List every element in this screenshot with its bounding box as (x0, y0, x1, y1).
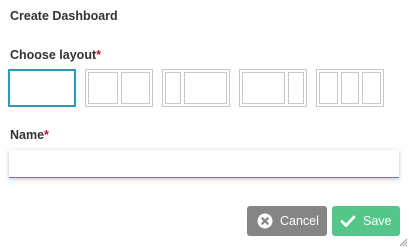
cancel-button-label: Cancel (280, 214, 319, 228)
layout-column (165, 72, 181, 104)
name-label: Name* (10, 128, 49, 142)
name-label-text: Name (10, 128, 45, 142)
layout-column (340, 72, 360, 104)
layout-option-one-column[interactable] (8, 69, 76, 107)
layout-column (319, 72, 338, 104)
name-input[interactable] (9, 150, 399, 178)
dialog-title: Create Dashboard (10, 9, 118, 23)
layout-option-narrow-wide[interactable] (162, 69, 230, 107)
choose-layout-label: Choose layout* (10, 48, 101, 62)
layout-column (242, 72, 286, 104)
cancel-button[interactable]: Cancel (247, 206, 327, 236)
layout-option-two-equal-columns[interactable] (85, 69, 153, 107)
layout-option-three-columns[interactable] (316, 69, 384, 107)
layout-column (120, 72, 150, 104)
checkmark-icon (340, 213, 356, 229)
layout-column (183, 72, 227, 104)
layout-options (8, 69, 384, 107)
save-button-label: Save (363, 214, 392, 228)
layout-column (362, 72, 382, 104)
layout-option-wide-narrow[interactable] (239, 69, 307, 107)
layout-column (88, 72, 118, 104)
required-marker: * (44, 128, 49, 142)
layout-column (12, 73, 72, 103)
layout-column (288, 72, 304, 104)
save-button[interactable]: Save (332, 206, 400, 236)
required-marker: * (96, 48, 101, 62)
resize-grip-icon[interactable] (398, 234, 408, 247)
choose-layout-label-text: Choose layout (10, 48, 97, 62)
close-circle-icon (257, 213, 273, 229)
